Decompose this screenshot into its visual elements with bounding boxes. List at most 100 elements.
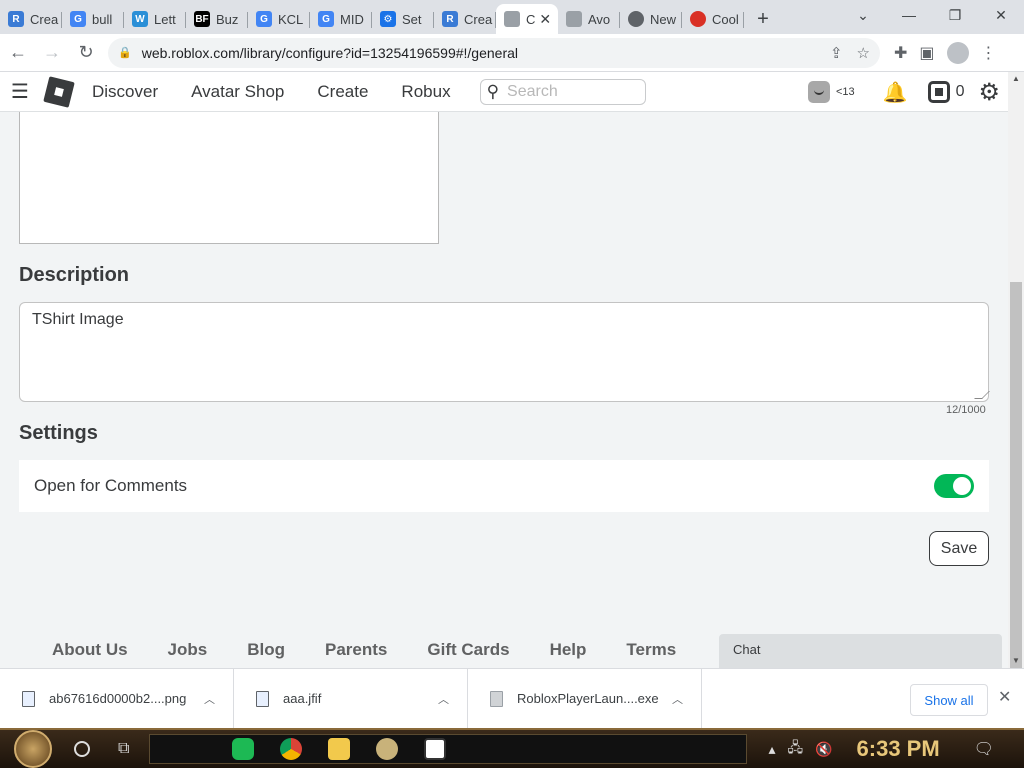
close-icon[interactable]: ✕ bbox=[539, 11, 551, 28]
browser-menu-icon[interactable]: ⋮ bbox=[981, 43, 997, 63]
tab-search-button[interactable]: ⌄ bbox=[840, 0, 886, 30]
bookmark-star-icon[interactable]: ☆ bbox=[857, 44, 870, 62]
new-tab-button[interactable]: + bbox=[748, 4, 778, 34]
address-bar[interactable]: 🔒 web.roblox.com/library/configure?id=13… bbox=[108, 37, 880, 68]
hamburger-menu-icon[interactable]: ☰ bbox=[0, 72, 40, 112]
network-icon[interactable]: 🖧 bbox=[787, 737, 803, 761]
browser-toolbar: ← → ↻ 🔒 web.roblox.com/library/configure… bbox=[0, 34, 1024, 72]
roblox-icon bbox=[566, 11, 582, 27]
scroll-down-arrow-icon[interactable]: ▼ bbox=[1008, 654, 1024, 668]
minimize-button[interactable]: — bbox=[886, 0, 932, 30]
browser-tab[interactable]: W Lett bbox=[124, 4, 186, 34]
chat-bar[interactable]: Chat bbox=[719, 634, 1002, 668]
resize-handle-icon[interactable] bbox=[974, 391, 990, 399]
browser-tab-active[interactable]: C ✕ bbox=[496, 4, 558, 34]
start-button-icon[interactable] bbox=[14, 730, 52, 768]
side-panel-icon[interactable]: ▣ bbox=[919, 43, 934, 63]
bf-icon: BF bbox=[194, 11, 210, 27]
scroll-up-arrow-icon[interactable]: ▲ bbox=[1008, 72, 1024, 86]
search-input[interactable]: ⚲ Search bbox=[479, 78, 646, 105]
reload-button[interactable]: ↻ bbox=[70, 37, 102, 69]
avatar-head-icon bbox=[808, 81, 830, 103]
extensions-puzzle-icon[interactable]: ✚ bbox=[894, 43, 907, 63]
nav-discover[interactable]: Discover bbox=[92, 82, 158, 102]
tab-label: Buz bbox=[216, 11, 239, 27]
footer-help[interactable]: Help bbox=[550, 640, 587, 660]
google-icon: G bbox=[70, 11, 86, 27]
close-icon[interactable]: ✕ bbox=[998, 687, 1011, 707]
notifications-bell-icon[interactable]: 🔔 bbox=[883, 80, 908, 105]
lock-icon: 🔒 bbox=[118, 47, 132, 59]
browser-tab[interactable]: Avo bbox=[558, 4, 620, 34]
share-icon[interactable]: ⇪ bbox=[830, 44, 843, 62]
spotify-icon[interactable] bbox=[232, 738, 255, 760]
browser-tab[interactable]: G MID bbox=[310, 4, 372, 34]
download-item[interactable]: RobloxPlayerLaun....exe ︿ bbox=[468, 668, 702, 729]
action-center-icon[interactable]: 🗨 bbox=[974, 739, 994, 759]
footer-about-us[interactable]: About Us bbox=[52, 640, 128, 660]
nav-create[interactable]: Create bbox=[317, 82, 368, 102]
chevron-up-icon[interactable]: ︿ bbox=[204, 691, 215, 707]
task-view-icon[interactable]: ⧉ bbox=[118, 740, 129, 758]
settings-gear-icon[interactable]: ⚙ bbox=[978, 78, 1000, 107]
robux-button[interactable]: 0 bbox=[927, 81, 964, 103]
char-counter: 12/1000 bbox=[946, 404, 986, 416]
show-all-downloads-button[interactable]: Show all bbox=[910, 684, 988, 716]
window-close-button[interactable]: ✕ bbox=[978, 0, 1024, 30]
forward-button[interactable]: → bbox=[36, 37, 68, 69]
browser-tab[interactable]: G KCL bbox=[248, 4, 310, 34]
cortana-icon[interactable] bbox=[74, 741, 90, 757]
browser-tab[interactable]: New bbox=[620, 4, 682, 34]
tab-label: Cool bbox=[712, 11, 739, 27]
nav-robux[interactable]: Robux bbox=[401, 82, 450, 102]
comments-toggle[interactable] bbox=[934, 474, 974, 498]
profile-avatar[interactable] bbox=[946, 41, 969, 64]
taskbar-clock[interactable]: 6:33 PM bbox=[857, 736, 940, 762]
file-explorer-icon[interactable] bbox=[328, 738, 351, 760]
configure-main: Description TShirt Image 12/1000 Setting… bbox=[0, 112, 1008, 668]
volume-muted-icon[interactable]: 🔇 bbox=[815, 741, 832, 758]
description-textarea[interactable]: TShirt Image bbox=[19, 302, 990, 402]
browser-tab[interactable]: R Crea bbox=[0, 4, 62, 34]
footer-gift-cards[interactable]: Gift Cards bbox=[427, 640, 509, 660]
age-badge: <13 bbox=[836, 86, 855, 98]
download-filename: ab67616d0000b2....png bbox=[49, 691, 187, 706]
chrome-icon[interactable] bbox=[280, 738, 303, 760]
asset-image-preview bbox=[19, 112, 439, 244]
scrollbar-thumb[interactable] bbox=[1010, 282, 1022, 668]
user-avatar[interactable]: <13 bbox=[808, 81, 855, 103]
tab-label: New bbox=[650, 11, 677, 27]
browser-tab[interactable]: BF Buz bbox=[186, 4, 248, 34]
comments-label: Open for Comments bbox=[34, 476, 188, 495]
tab-label: Lett bbox=[154, 11, 176, 27]
footer-parents[interactable]: Parents bbox=[325, 640, 387, 660]
image-file-icon bbox=[256, 690, 269, 707]
browser-tab[interactable]: Cool bbox=[682, 4, 744, 34]
footer-terms[interactable]: Terms bbox=[626, 640, 676, 660]
comments-setting-row: Open for Comments bbox=[19, 460, 989, 512]
chevron-up-icon[interactable]: ︿ bbox=[438, 691, 449, 707]
download-shelf: ab67616d0000b2....png ︿ aaa.jfif ︿ Roblo… bbox=[0, 668, 1024, 729]
tab-label: KCL bbox=[278, 11, 304, 27]
w-icon: W bbox=[132, 11, 148, 27]
download-filename: RobloxPlayerLaun....exe bbox=[517, 691, 659, 706]
browser-tab[interactable]: Gbull bbox=[62, 4, 124, 34]
image-file-icon bbox=[22, 690, 35, 707]
back-button[interactable]: ← bbox=[2, 37, 34, 69]
footer-jobs[interactable]: Jobs bbox=[168, 640, 208, 660]
chevron-up-icon[interactable]: ︿ bbox=[672, 691, 683, 707]
footer-blog[interactable]: Blog bbox=[247, 640, 285, 660]
photos-icon[interactable] bbox=[424, 738, 447, 760]
page-scrollbar[interactable]: ▲ ▼ bbox=[1008, 72, 1024, 668]
search-icon: ⚲ bbox=[486, 81, 500, 101]
download-item[interactable]: aaa.jfif ︿ bbox=[234, 668, 468, 729]
nav-avatar-shop[interactable]: Avatar Shop bbox=[191, 82, 284, 102]
roblox-logo-icon[interactable] bbox=[43, 75, 75, 108]
browser-tab[interactable]: ⚙ Set bbox=[372, 4, 434, 34]
tray-overflow-icon[interactable]: ▴ bbox=[768, 741, 775, 758]
download-item[interactable]: ab67616d0000b2....png ︿ bbox=[0, 668, 234, 729]
save-button[interactable]: Save bbox=[929, 531, 989, 566]
browser-tab[interactable]: R Crea bbox=[434, 4, 496, 34]
paint-icon[interactable] bbox=[376, 738, 399, 760]
restore-button[interactable]: ❐ bbox=[932, 0, 978, 30]
